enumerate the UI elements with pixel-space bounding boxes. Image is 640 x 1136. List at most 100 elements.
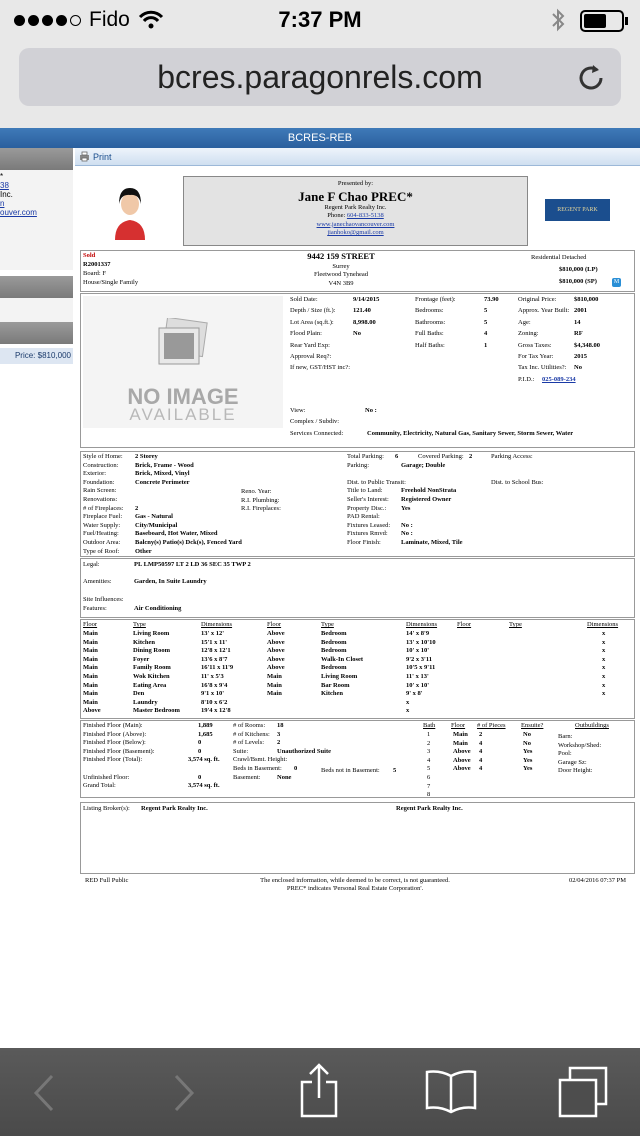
fact-value: 2015 [574, 353, 587, 360]
fact-value: 9/14/2015 [353, 296, 380, 303]
detail-label: Parking: [347, 461, 370, 469]
detail-label: Fixtures Rmvd: [347, 530, 388, 538]
detail-label: Renovations: [83, 496, 118, 503]
agent-office: Regent Park Realty Inc. [324, 203, 387, 211]
room-cell: 13'6 x 8'7 [201, 655, 228, 663]
footer-prec-note: PREC* indicates 'Personal Real Estate Co… [286, 885, 424, 892]
bath-cell: 5 [427, 765, 431, 773]
room-cell: Main [83, 698, 98, 706]
print-link[interactable]: Print [93, 152, 112, 162]
fact-value: 8,998.00 [353, 318, 376, 326]
fact-label: Gross Taxes: [518, 341, 552, 349]
property-type: House/Single Family [83, 279, 139, 286]
amenities-value: Garden, In Suite Laundry [134, 578, 207, 585]
rooms-section: Floor Type Dimensions Main Living Room 13' x … [80, 619, 635, 719]
bath-cell: Yes [523, 748, 533, 756]
detail-value: 2 Storey [135, 453, 158, 460]
address-bar[interactable]: bcres.paragonrels.com [19, 48, 621, 106]
room-cell: Dining Room [133, 647, 171, 655]
bath-cell: No [523, 731, 531, 738]
room-cell: Main [83, 690, 98, 698]
room-cell: Bedroom [321, 664, 347, 672]
bath-cell: Main [453, 731, 468, 738]
fact-value: 121.40 [353, 307, 371, 315]
reload-icon[interactable] [575, 62, 607, 94]
room-cell: x [602, 647, 606, 655]
fact-value: 025-089-234 [542, 375, 576, 383]
agent-website[interactable]: www.janechaovancouver.com [184, 221, 527, 230]
detail-label: PAD Rental: [347, 513, 380, 521]
printer-icon[interactable] [79, 151, 90, 162]
m-badge-icon[interactable]: M [612, 278, 621, 287]
room-cell: 13' x 10'10 [406, 638, 436, 646]
tabs-icon[interactable] [556, 1066, 610, 1118]
room-cell: Kitchen [321, 690, 344, 698]
bath-cell: Above [453, 748, 471, 756]
room-header: Floor [83, 621, 98, 628]
beds-not-basement-label: Beds not in Basement: [321, 767, 380, 774]
left-link[interactable]: 38 [0, 181, 73, 190]
detail-value: Other [135, 547, 152, 555]
room-cell: Main [83, 630, 98, 637]
board: Board: F [83, 270, 106, 277]
site-banner: BCRES-REB [0, 128, 640, 148]
left-text: * [0, 172, 4, 181]
room-cell: Main [83, 673, 98, 680]
area-value: 3,574 sq. ft. [188, 782, 220, 790]
room-cell: Eating Area [133, 681, 167, 689]
area-label: Finished Floor (Main): [83, 722, 143, 729]
area-label: Finished Floor (Total): [83, 756, 143, 764]
left-price[interactable]: Price: $810,000 [0, 348, 73, 364]
fact-label: Approval Req?: [290, 353, 332, 360]
view-label: View: [290, 407, 306, 414]
outbuildings-header: Outbuildings [575, 722, 609, 729]
bath-cell: 4 [479, 765, 483, 773]
agent-email[interactable]: jianhoko@gmail.com [184, 229, 527, 238]
left-link[interactable]: ouver.com [0, 208, 73, 217]
fact-label: Depth / Size (ft.): [290, 307, 336, 315]
listing-header: Sold R2001337 Board: F House/Single Fami… [80, 250, 635, 292]
bath-cell: 2 [479, 731, 483, 738]
mls-number: R2001337 [83, 261, 111, 268]
area: Fleetwood Tynehead [313, 271, 369, 278]
room-cell: 10' x 10' [406, 647, 430, 655]
room-header: Type [133, 621, 146, 628]
status-bar: Fido 7:37 PM [0, 0, 640, 40]
area-value: 2 [277, 739, 281, 747]
list-price: $810,000 (LP) [559, 266, 598, 273]
legal-section: Legal: PL LMP50597 LT 2 LD 36 SEC 35 TWP… [80, 558, 635, 618]
room-cell: Above [267, 655, 285, 663]
room-cell: Living Room [321, 673, 358, 680]
bath-cell: 1 [427, 731, 431, 738]
room-cell: Den [133, 690, 145, 698]
outbuilding-label: Workshop/Shed: [558, 741, 602, 749]
detail-label: R.I. Fireplaces: [241, 505, 281, 513]
back-icon[interactable] [32, 1074, 56, 1112]
left-bar-header [0, 148, 73, 170]
share-icon[interactable] [298, 1062, 340, 1118]
fact-value: 1 [484, 341, 488, 349]
agent-photo [105, 178, 155, 240]
amenities-label: Amenities: [83, 578, 112, 585]
area-value: Unauthorized Suite [277, 747, 331, 755]
room-header: Type [321, 621, 334, 628]
beds-not-basement-value: 5 [393, 767, 397, 774]
outbuilding-label: Barn: [558, 733, 573, 740]
fact-label: Zoning: [518, 330, 539, 338]
room-cell: x [602, 681, 606, 689]
detail-label: Total Parking: [347, 453, 384, 460]
detail-value: Laminate, Mixed, Tile [401, 539, 463, 546]
fact-label: P.I.D.: [518, 375, 535, 383]
left-link[interactable]: n [0, 199, 73, 208]
room-cell: x [602, 638, 606, 646]
area-value: 3 [277, 730, 281, 738]
room-cell: Main [83, 655, 98, 663]
detail-label: Fixtures Leased: [347, 521, 391, 529]
bath-header: Ensuite? [521, 722, 544, 729]
room-header: Dimensions [201, 621, 233, 628]
left-text: Inc. [0, 190, 13, 199]
forward-icon[interactable] [172, 1074, 196, 1112]
agent-phone[interactable]: 604-833-5138 [347, 212, 384, 219]
area-label: # of Levels: [233, 739, 265, 747]
bookmarks-icon[interactable] [424, 1068, 478, 1114]
